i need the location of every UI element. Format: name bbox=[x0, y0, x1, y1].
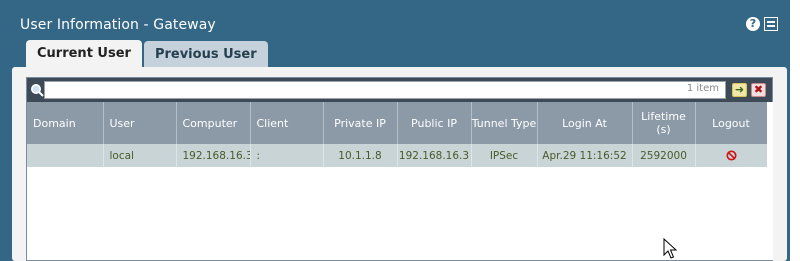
cell-login-at: Apr.29 11:16:52 bbox=[537, 144, 633, 167]
clear-filter-icon[interactable]: ✖ bbox=[751, 83, 766, 97]
table-row[interactable]: local 192.168.16.3 : 10.1.1.8 192.168.16… bbox=[27, 144, 768, 167]
title-icons: ? bbox=[746, 17, 778, 31]
item-count: 1 item bbox=[686, 83, 719, 94]
cell-logout bbox=[695, 144, 768, 167]
cell-private-ip: 10.1.1.8 bbox=[323, 144, 398, 167]
column-header-lifetime[interactable]: Lifetime (s) bbox=[632, 102, 696, 144]
column-header-user[interactable]: User bbox=[103, 102, 177, 144]
column-header-domain[interactable]: Domain bbox=[27, 102, 104, 144]
dialog-title: User Information - Gateway bbox=[20, 17, 216, 33]
tab-bar: Current User Previous User bbox=[26, 40, 270, 68]
mouse-cursor-icon bbox=[663, 238, 677, 259]
user-grid-frame: 1 item ➜ ✖ Domain User Computer Client P… bbox=[26, 77, 773, 261]
apply-filter-icon[interactable]: ➜ bbox=[732, 83, 747, 97]
menu-icon[interactable] bbox=[764, 17, 778, 31]
current-user-table: Domain User Computer Client Private IP P… bbox=[27, 102, 768, 167]
cell-user: local bbox=[103, 144, 177, 167]
table-header-row: Domain User Computer Client Private IP P… bbox=[27, 102, 768, 144]
search-icon[interactable] bbox=[30, 83, 44, 97]
cell-tunnel-type: IPSec bbox=[471, 144, 538, 167]
cell-lifetime: 2592000 bbox=[632, 144, 696, 167]
cell-domain bbox=[27, 144, 104, 167]
tab-content-panel: 1 item ➜ ✖ Domain User Computer Client P… bbox=[12, 67, 787, 261]
column-header-public-ip[interactable]: Public IP bbox=[397, 102, 472, 144]
column-header-login-at[interactable]: Login At bbox=[537, 102, 633, 144]
logout-icon[interactable] bbox=[725, 150, 737, 161]
tab-current-user[interactable]: Current User bbox=[26, 40, 142, 68]
column-header-computer[interactable]: Computer bbox=[176, 102, 251, 144]
search-field[interactable] bbox=[45, 85, 645, 102]
tab-previous-user[interactable]: Previous User bbox=[143, 41, 268, 68]
column-header-tunnel-type[interactable]: Tunnel Type bbox=[471, 102, 538, 144]
help-icon[interactable]: ? bbox=[746, 17, 760, 31]
cell-public-ip: 192.168.16.3 bbox=[397, 144, 472, 167]
cell-computer: 192.168.16.3 bbox=[176, 144, 251, 167]
column-header-logout[interactable]: Logout bbox=[695, 102, 768, 144]
search-input[interactable]: 1 item bbox=[44, 81, 726, 102]
vertical-scrollbar[interactable] bbox=[767, 102, 773, 260]
cell-client: : bbox=[250, 144, 324, 167]
column-header-private-ip[interactable]: Private IP bbox=[323, 102, 398, 144]
column-header-client[interactable]: Client bbox=[250, 102, 324, 144]
filter-toolbar: 1 item ➜ ✖ bbox=[27, 78, 772, 102]
